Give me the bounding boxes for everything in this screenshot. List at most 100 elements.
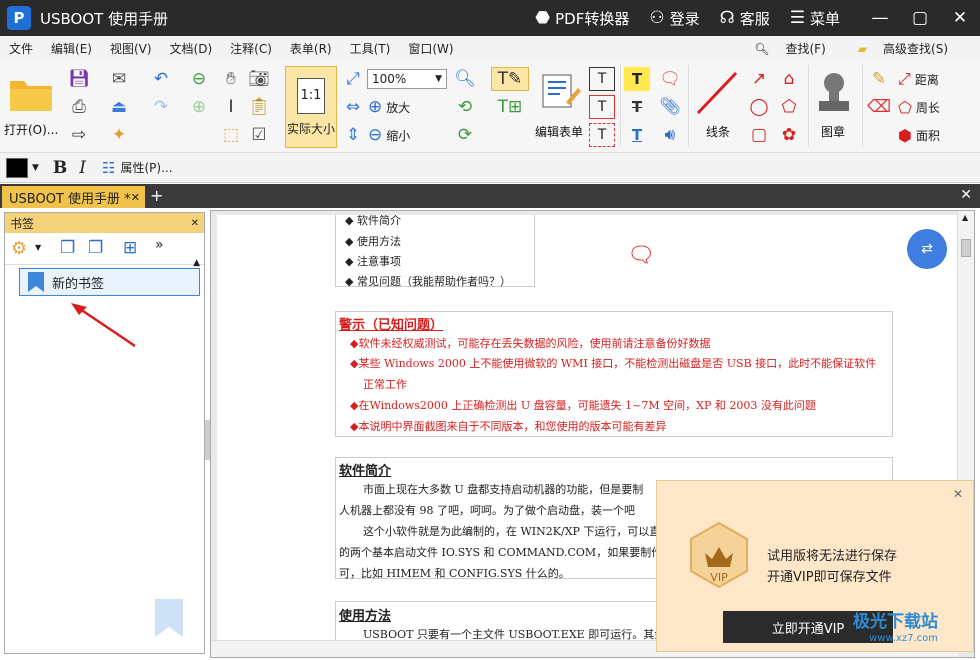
minimize-button[interactable]: — — [860, 0, 900, 36]
redo-icon[interactable]: ↷ — [146, 95, 176, 119]
menu-document[interactable]: 文档(D) — [161, 40, 222, 57]
distance-button[interactable]: ⤢ 距离 — [898, 67, 958, 91]
arrow-tool-icon[interactable]: ↗ — [746, 67, 772, 91]
options-icon[interactable]: ⚙ — [11, 238, 27, 259]
export-icon[interactable]: ⇨ — [66, 123, 92, 147]
typewriter-tool-icon[interactable]: T✎ — [491, 67, 529, 91]
underline-text-icon[interactable]: T — [624, 123, 650, 147]
fit-page-icon[interactable]: ⤢ — [342, 67, 364, 91]
attach-icon[interactable]: 📎︎ — [657, 95, 683, 119]
zoom-out-button[interactable]: ⊖ 缩小 — [368, 124, 423, 146]
scroll-up-icon[interactable]: ▲ — [962, 213, 968, 222]
color-picker[interactable] — [6, 157, 28, 178]
checklist-icon[interactable]: ☑ — [246, 123, 272, 147]
menu-view[interactable]: 视图(V) — [101, 40, 161, 57]
fit-visible-icon[interactable]: ⇕ — [342, 123, 364, 147]
comment-note-icon[interactable]: 🗨︎ — [627, 243, 655, 268]
note-icon[interactable]: 🗨︎ — [657, 67, 683, 91]
magnifier-icon[interactable]: 🔍︎ — [452, 67, 478, 91]
close-panel-icon[interactable]: ✕ — [191, 218, 199, 229]
chevron-down-icon[interactable]: ▼ — [32, 163, 39, 173]
edit-form-button[interactable] — [534, 66, 588, 116]
area-button[interactable]: ⬢ 面积 — [898, 123, 958, 147]
select-text-icon[interactable]: Ⅰ — [218, 95, 244, 119]
sound-icon[interactable]: 🔊︎ — [657, 123, 683, 147]
new-tab-icon[interactable]: + — [150, 186, 163, 205]
toc-item[interactable]: ◆ 使用方法 — [345, 233, 401, 249]
text-box-icon[interactable]: T — [589, 67, 615, 91]
scroll-thumb[interactable] — [961, 239, 971, 257]
scan-icon[interactable]: ⏏ — [104, 95, 134, 119]
annotation-arrow — [71, 303, 136, 348]
find-button[interactable]: 🔍︎ 查找(F) — [754, 40, 842, 57]
cloud-tool-icon[interactable]: ✿ — [776, 123, 802, 147]
add-field-icon[interactable]: T⊞ — [491, 95, 529, 119]
polygon-tool-icon[interactable]: ⬠ — [776, 95, 802, 119]
actual-size-button[interactable]: 1:1 实际大小 — [285, 66, 337, 148]
zoom-out-icon: ⊖ — [368, 125, 383, 145]
eraser-icon[interactable]: ⌫ — [866, 95, 892, 119]
menu-form[interactable]: 表单(R) — [281, 40, 341, 57]
text-field-icon[interactable]: T — [589, 95, 615, 119]
vip-message-line2: 开通VIP即可保存文件 — [767, 570, 892, 585]
menu-file[interactable]: 文件 — [0, 40, 42, 57]
menu-comment[interactable]: 注释(C) — [221, 40, 281, 57]
ellipse-tool-icon[interactable]: ◯ — [746, 95, 772, 119]
perimeter-button[interactable]: ⬠ 周长 — [898, 95, 958, 119]
bookmark-item[interactable]: 新的书签 — [19, 268, 200, 296]
menu-window[interactable]: 窗口(W) — [399, 40, 462, 57]
word-convert-button[interactable]: ⇄ — [907, 229, 947, 269]
polyline-tool-icon[interactable]: ⌂ — [776, 67, 802, 91]
stamp-button[interactable] — [813, 67, 855, 119]
open-button[interactable] — [5, 69, 57, 119]
paste-icon[interactable]: 📋︎ — [246, 95, 272, 119]
save-icon[interactable]: 💾︎ — [66, 67, 92, 91]
maximize-button[interactable]: ▢ — [900, 0, 940, 36]
rotate-right-icon[interactable]: ⟳ — [452, 123, 478, 147]
line-tool-button[interactable] — [692, 67, 742, 119]
properties-button[interactable]: ☷ 属性(P)... — [102, 159, 173, 177]
zoom-in-button[interactable]: ⊕ 放大 — [368, 96, 423, 118]
pdf-converter-button[interactable]: ⬣ PDF转换器 — [535, 8, 629, 29]
chevron-down-icon[interactable]: ▼ — [35, 243, 41, 252]
rectangle-tool-icon[interactable]: ▢ — [746, 123, 772, 147]
expand-bookmark-icon[interactable]: ❐ — [60, 238, 75, 258]
toc-item[interactable]: ◆ 注意事项 — [345, 253, 401, 269]
zoom-select[interactable]: 100% ▼ — [367, 69, 447, 89]
print-icon[interactable]: ⎙ — [66, 95, 92, 119]
intro-line: 的两个基本启动文件 IO.SYS 和 COMMAND.COM，如果要制作复杂 — [339, 546, 685, 559]
close-all-icon[interactable]: ✕ — [960, 187, 972, 203]
login-button[interactable]: ⚇ 登录 — [649, 8, 699, 29]
highlight-text-icon[interactable]: T — [624, 67, 650, 91]
tab-usboot-manual[interactable]: USBOOT 使用手册 * ✕ — [2, 186, 145, 208]
support-button[interactable]: ☊ 客服 — [720, 8, 770, 29]
camera-icon[interactable]: 📷︎ — [246, 67, 272, 91]
hand-tool-icon[interactable]: ✋︎ — [218, 67, 244, 91]
close-popup-icon[interactable]: ✕ — [953, 487, 963, 501]
properties-toolbar: ▼ B I ☷ 属性(P)... — [0, 153, 980, 183]
menu-tools[interactable]: 工具(T) — [341, 40, 400, 57]
snapshot-icon[interactable]: ⬚ — [218, 123, 244, 147]
new-doc-icon[interactable]: ✦ — [104, 123, 134, 147]
close-tab-icon[interactable]: ✕ — [131, 191, 140, 204]
bold-button[interactable]: B — [53, 158, 67, 178]
close-button[interactable]: ✕ — [940, 0, 980, 36]
add-bookmark-icon[interactable]: ⊞ — [123, 238, 137, 258]
more-options-icon[interactable]: » — [155, 237, 164, 253]
back-icon[interactable]: ⊖ — [186, 67, 212, 91]
fit-width-icon[interactable]: ⇔ — [342, 95, 364, 119]
strikeout-text-icon[interactable]: T — [624, 95, 650, 119]
email-icon[interactable]: ✉ — [104, 67, 134, 91]
menu-edit[interactable]: 编辑(E) — [42, 40, 101, 57]
italic-button[interactable]: I — [79, 158, 86, 178]
toc-item[interactable]: ◆ 常见问题（我能帮助作者吗？） — [345, 273, 511, 289]
forward-icon[interactable]: ⊕ — [186, 95, 212, 119]
advanced-find-button[interactable]: ▰ 高级查找(S) — [858, 40, 964, 57]
undo-icon[interactable]: ↶ — [146, 67, 176, 91]
pencil-icon[interactable]: ✎ — [866, 67, 892, 91]
main-menu-button[interactable]: ☰ 菜单 — [790, 8, 840, 29]
toc-item[interactable]: ◆ 软件简介 — [345, 215, 401, 228]
rotate-left-icon[interactable]: ⟲ — [452, 95, 478, 119]
collapse-bookmark-icon[interactable]: ❐ — [88, 238, 103, 258]
callout-icon[interactable]: T — [589, 123, 615, 147]
